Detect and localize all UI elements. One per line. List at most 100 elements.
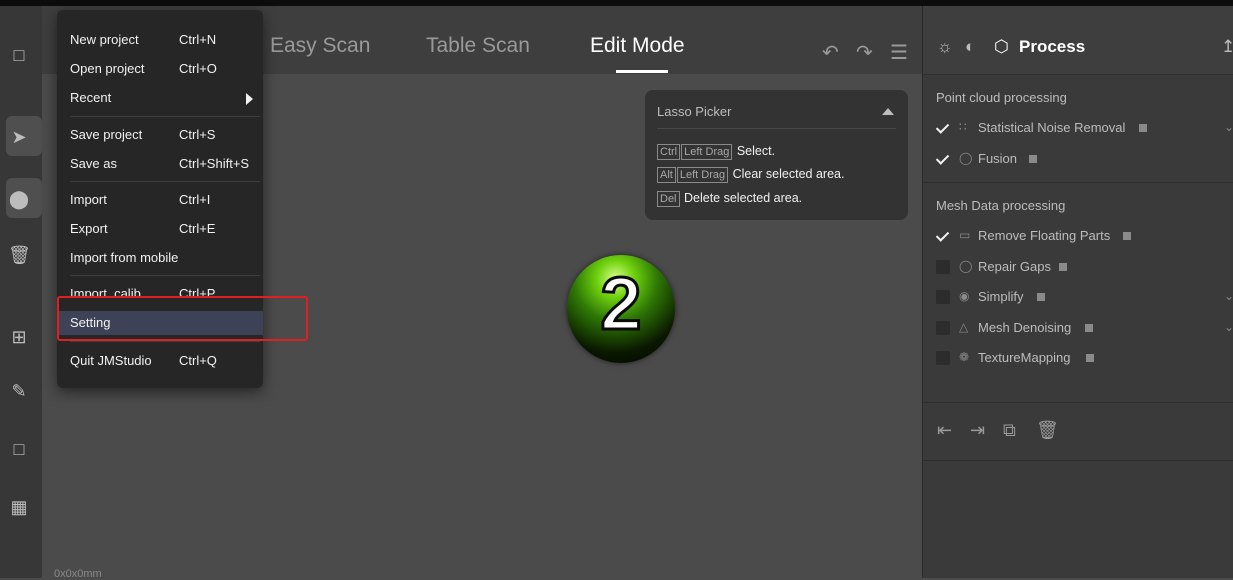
menu-item-import[interactable]: Import Ctrl+I xyxy=(57,188,263,212)
menu-item-shortcut: Ctrl+O xyxy=(179,61,217,76)
process-option-row[interactable]: ◯ Fusion xyxy=(923,149,1233,171)
info-flag-icon[interactable] xyxy=(1139,124,1147,132)
menu-item-label: Save as xyxy=(70,156,117,171)
texture-icon: ❁ xyxy=(959,350,970,364)
process-option-row[interactable]: △ Mesh Denoising ⌄ xyxy=(923,318,1233,340)
upload-icon[interactable]: ↥ xyxy=(1221,37,1233,57)
menu-item-label: Import from mobile xyxy=(70,250,179,265)
menu-item-label: Export xyxy=(70,221,108,236)
process-option-row[interactable]: ◯ Repair Gaps xyxy=(923,257,1233,279)
checkbox[interactable] xyxy=(936,351,950,365)
menu-item-shortcut: Ctrl+I xyxy=(179,192,211,207)
info-flag-icon[interactable] xyxy=(1029,155,1037,163)
menu-divider xyxy=(70,116,260,117)
info-flag-icon[interactable] xyxy=(1059,263,1067,271)
tab-edit-mode[interactable]: Edit Mode xyxy=(590,34,685,58)
option-label: Statistical Noise Removal xyxy=(978,120,1126,135)
menu-item-shortcut: Ctrl+Shift+S xyxy=(179,156,250,171)
chevron-down-icon[interactable]: ⌄ xyxy=(1224,289,1233,303)
active-tab-indicator xyxy=(616,70,668,73)
repair-icon: ◯ xyxy=(959,259,973,273)
menu-item-shortcut: Ctrl+E xyxy=(179,221,216,236)
delete-icon[interactable]: 🗑 xyxy=(8,244,31,266)
pencil-icon[interactable]: ✎ xyxy=(8,380,30,402)
tab-table-scan[interactable]: Table Scan xyxy=(426,34,530,58)
menu-item-import-calib[interactable]: Import_calib Ctrl+P xyxy=(57,282,263,296)
menu-item-quit[interactable]: Quit JMStudio Ctrl+Q xyxy=(57,349,263,373)
trash-icon[interactable]: 🗑 xyxy=(1036,420,1059,441)
section-title: Point cloud processing xyxy=(936,90,1067,105)
chevron-down-icon[interactable]: ⌄ xyxy=(1224,120,1233,134)
section-divider xyxy=(923,402,1233,403)
key-badge: Ctrl xyxy=(657,144,681,160)
box-icon[interactable]: □ xyxy=(8,438,30,460)
menu-divider xyxy=(70,181,260,182)
shortcut-description: Delete selected area. xyxy=(684,191,803,205)
menu-item-shortcut: Ctrl+Q xyxy=(179,353,217,368)
menu-item-save-as[interactable]: Save as Ctrl+Shift+S xyxy=(57,152,263,176)
menu-item-label: Import_calib xyxy=(70,286,141,296)
shortcut-row: Ctrl Left Drag Select. xyxy=(657,144,775,160)
menu-item-new-project[interactable]: New project Ctrl+N xyxy=(57,28,263,52)
info-flag-icon[interactable] xyxy=(1123,232,1131,240)
lasso-picker-title: Lasso Picker xyxy=(657,104,732,119)
process-option-row[interactable]: ◉ Simplify ⌄ xyxy=(923,287,1233,309)
checkbox[interactable] xyxy=(936,321,950,335)
checkbox[interactable] xyxy=(936,152,950,166)
key-badge: Alt xyxy=(657,167,676,183)
menu-divider xyxy=(70,341,260,342)
fusion-icon: ◯ xyxy=(959,151,973,165)
export-icon[interactable]: ⇥ xyxy=(970,420,985,441)
info-flag-icon[interactable] xyxy=(1037,293,1045,301)
checkbox[interactable] xyxy=(936,290,950,304)
chevron-down-icon[interactable]: ⌄ xyxy=(1224,320,1233,334)
lasso-picker-panel: Lasso Picker Ctrl Left Drag Select. Alt Le… xyxy=(645,90,908,220)
process-option-row[interactable]: ▭ Remove Floating Parts xyxy=(923,226,1233,248)
option-label: Remove Floating Parts xyxy=(978,228,1111,243)
menu-item-open-project[interactable]: Open project Ctrl+O xyxy=(57,57,263,81)
undo-icon[interactable]: ↶ xyxy=(822,40,839,65)
lasso-select-icon[interactable]: ⬤ xyxy=(8,188,30,210)
checker-icon[interactable]: ▦ xyxy=(8,496,30,518)
cube-icon: ⬡ xyxy=(994,37,1009,56)
menu-item-import-from-mobile[interactable]: Import from mobile xyxy=(57,246,263,270)
process-option-row[interactable]: ❁ TextureMapping xyxy=(923,348,1233,370)
menu-item-label: Save project xyxy=(70,127,143,142)
copy-icon[interactable]: ⧉ xyxy=(1003,420,1016,441)
menu-item-export[interactable]: Export Ctrl+E xyxy=(57,217,263,241)
section-divider xyxy=(923,182,1233,183)
menu-item-shortcut: Ctrl+P xyxy=(179,286,216,296)
shortcut-description: Select. xyxy=(736,144,776,158)
dimension-readout: 0x0x0mm xyxy=(54,568,102,580)
menu-icon[interactable]: ☰ xyxy=(890,40,908,65)
redo-icon[interactable]: ↷ xyxy=(856,40,873,65)
process-panel-header: ☼ ◐ ⬡ Process ↥ xyxy=(923,6,1233,75)
add-icon[interactable]: ⊞ xyxy=(8,326,30,348)
left-toolbar: □ ➤ ⬤ 🗑 ⊞ ✎ □ ▦ xyxy=(0,6,42,578)
process-option-row[interactable]: ∷ Statistical Noise Removal ⌄ xyxy=(923,118,1233,140)
menu-item-save-project[interactable]: Save project Ctrl+S xyxy=(57,123,263,147)
menu-item-recent[interactable]: Recent xyxy=(57,86,263,110)
import-icon[interactable]: ⇤ xyxy=(937,420,952,441)
menu-item-label: Recent xyxy=(70,90,112,105)
collapse-caret-icon[interactable] xyxy=(882,108,894,115)
texture-toggle-icon[interactable]: ◐ xyxy=(965,37,975,57)
info-flag-icon[interactable] xyxy=(1086,354,1094,362)
frame-icon[interactable]: □ xyxy=(8,44,30,66)
key-badge: Left Drag xyxy=(676,167,729,183)
checkbox[interactable] xyxy=(936,121,950,135)
option-label: Repair Gaps xyxy=(978,259,1051,274)
menu-divider xyxy=(70,275,260,276)
simplify-icon: ◉ xyxy=(959,289,970,303)
info-flag-icon[interactable] xyxy=(1085,324,1093,332)
checkbox[interactable] xyxy=(936,260,950,274)
menu-item-label: New project xyxy=(70,32,139,47)
process-panel-title: Process xyxy=(1019,37,1086,56)
menu-item-label: Open project xyxy=(70,61,145,76)
checkbox[interactable] xyxy=(936,229,950,243)
shortcut-row: Alt Left Drag Clear selected area. xyxy=(657,167,844,183)
select-icon[interactable]: ➤ xyxy=(8,126,30,148)
tab-easy-scan[interactable]: Easy Scan xyxy=(270,34,370,58)
light-icon[interactable]: ☼ xyxy=(937,37,953,57)
shortcut-row: Del Delete selected area. xyxy=(657,191,802,207)
